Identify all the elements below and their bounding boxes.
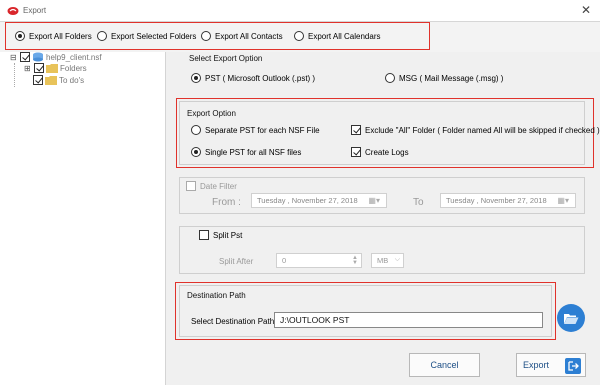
from-date-value: Tuesday , November 27, 2018 [257,196,358,205]
checkbox-label: Date Filter [200,181,237,191]
checkbox-label: Exclude "All" Folder ( Folder named All … [365,125,600,135]
close-icon[interactable]: ✕ [579,3,593,17]
collapse-icon[interactable]: ⊟ [10,53,18,62]
radio-separate-pst[interactable]: Separate PST for each NSF File [191,125,320,135]
destination-path-value: J:\OUTLOOK PST [280,315,350,325]
expand-icon[interactable]: ⊞ [24,64,32,73]
tree-connector [14,63,15,87]
radio-label: Export All Folders [29,31,92,41]
radio-label: MSG ( Mail Message (.msg) ) [399,73,504,83]
checkbox-split-pst[interactable]: Split Pst [199,230,242,240]
to-date-value: Tuesday , November 27, 2018 [446,196,547,205]
folder-icon [46,64,58,73]
radio-export-selected-folders[interactable]: Export Selected Folders [97,31,196,41]
checkbox-label: Create Logs [365,147,409,157]
folder-tree-pane [0,52,166,385]
title-bar: Export ✕ [0,0,600,22]
split-size-input[interactable]: 0 ▲ ▼ [276,253,362,268]
database-icon [33,52,43,62]
radio-format-pst[interactable]: PST ( Microsoft Outlook (.pst) ) [191,73,315,83]
folder-tree: ⊟ help9_client.nsf ⊞ Folders To do's [10,52,130,92]
radio-button[interactable] [191,147,201,157]
destination-path-title: Destination Path [187,291,246,300]
tree-item-todos[interactable]: To do's [33,75,84,85]
checkbox-date-filter[interactable]: Date Filter [186,181,237,191]
select-destination-label: Select Destination Path [191,317,275,326]
tree-item-folders[interactable]: ⊞ Folders [24,63,87,73]
radio-label: Single PST for all NSF files [205,147,302,157]
radio-label: PST ( Microsoft Outlook (.pst) ) [205,73,316,83]
from-label: From : [212,197,241,208]
tree-label: Folders [60,63,87,73]
radio-label: Separate PST for each NSF File [205,125,320,135]
radio-label: Export Selected Folders [111,31,197,41]
radio-button[interactable] [97,31,107,41]
radio-export-all-folders[interactable]: Export All Folders [15,31,92,41]
export-label: Export [523,360,550,370]
checkbox[interactable] [199,230,209,240]
window-title: Export [23,6,47,15]
checkbox[interactable] [186,181,196,191]
split-size-value: 0 [282,256,287,265]
calendar-dropdown-icon[interactable]: ▦▾ [368,196,380,205]
radio-label: Export All Calendars [308,31,381,41]
calendar-dropdown-icon[interactable]: ▦▾ [557,196,569,205]
cancel-button[interactable]: Cancel [409,353,480,377]
app-logo-icon [7,7,19,15]
tree-checkbox[interactable] [20,52,30,62]
split-unit-select[interactable]: MB ⌵ [371,253,404,268]
radio-export-all-calendars[interactable]: Export All Calendars [294,31,380,41]
split-unit-value: MB [377,256,389,265]
checkbox-create-logs[interactable]: Create Logs [351,147,409,157]
to-date-picker[interactable]: Tuesday , November 27, 2018 ▦▾ [440,193,576,208]
tree-root[interactable]: ⊟ help9_client.nsf [10,52,102,62]
radio-button[interactable] [191,73,201,83]
radio-single-pst[interactable]: Single PST for all NSF files [191,147,301,157]
folder-icon [45,76,57,85]
spinner-icon[interactable]: ▲ ▼ [352,255,358,266]
radio-button[interactable] [191,125,201,135]
radio-button[interactable] [15,31,25,41]
tree-label: help9_client.nsf [46,52,102,62]
split-after-label: Split After [219,257,254,266]
tree-checkbox[interactable] [34,63,44,73]
cancel-label: Cancel [430,360,459,370]
radio-export-all-contacts[interactable]: Export All Contacts [201,31,283,41]
checkbox-label: Split Pst [213,230,243,240]
select-export-option-title: Select Export Option [189,54,263,63]
export-arrow-icon [565,358,581,374]
radio-label: Export All Contacts [215,31,283,41]
checkbox[interactable] [351,125,361,135]
radio-button[interactable] [294,31,304,41]
to-label: To [413,197,424,208]
folder-open-icon [564,313,579,324]
tree-checkbox[interactable] [33,75,43,85]
chevron-down-icon: ⌵ [394,256,400,263]
export-button[interactable]: Export [516,353,586,377]
radio-button[interactable] [201,31,211,41]
from-date-picker[interactable]: Tuesday , November 27, 2018 ▦▾ [251,193,387,208]
checkbox[interactable] [351,147,361,157]
destination-path-input[interactable]: J:\OUTLOOK PST [274,312,543,328]
browse-folder-button[interactable] [557,304,585,332]
radio-format-msg[interactable]: MSG ( Mail Message (.msg) ) [385,73,503,83]
checkbox-exclude-all-folder[interactable]: Exclude "All" Folder ( Folder named All … [351,125,600,135]
export-option-title: Export Option [187,109,236,118]
radio-button[interactable] [385,73,395,83]
tree-label: To do's [59,75,85,85]
